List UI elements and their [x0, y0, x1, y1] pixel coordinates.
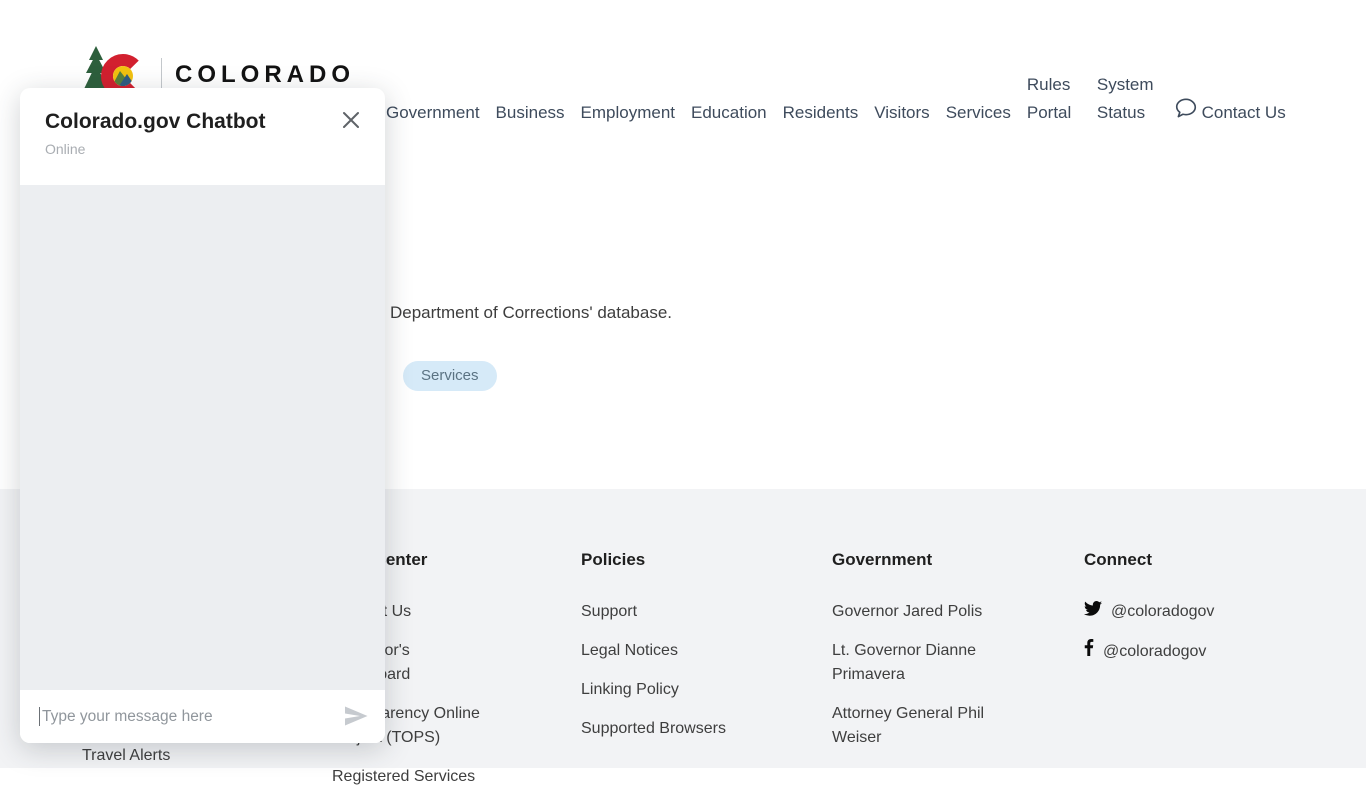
chatbot-window: Colorado.gov Chatbot Online [20, 88, 385, 743]
nav-item-residents[interactable]: Residents [783, 99, 859, 127]
chatbot-title: Colorado.gov Chatbot [45, 110, 265, 134]
chat-bubble-icon [1175, 103, 1202, 122]
chatbot-message-area [20, 185, 385, 690]
facebook-handle: @coloradogov [1103, 640, 1206, 664]
send-icon [342, 716, 370, 731]
nav-item-visitors[interactable]: Visitors [874, 99, 929, 127]
chatbot-input-bar [20, 690, 385, 743]
services-tag[interactable]: Services [403, 361, 497, 391]
nav-contact-label: Contact Us [1202, 103, 1286, 122]
footer-heading-policies: Policies [581, 549, 726, 571]
footer-link-lt-governor[interactable]: Lt. Governor Dianne Primavera [832, 639, 992, 687]
footer-column-services: Travel Alerts [82, 744, 170, 783]
footer-heading-government: Government [832, 549, 992, 571]
chatbot-message-input[interactable] [40, 708, 341, 726]
footer-link-linking-policy[interactable]: Linking Policy [581, 678, 726, 702]
twitter-icon [1084, 600, 1102, 624]
footer-heading-connect: Connect [1084, 549, 1214, 571]
facebook-icon [1084, 639, 1094, 664]
footer-link-governor[interactable]: Governor Jared Polis [832, 600, 992, 624]
nav-item-rules-portal[interactable]: Rules Portal [1027, 71, 1081, 127]
top-navigation: Government Business Employment Education… [386, 45, 1286, 127]
chatbot-send-button[interactable] [341, 704, 371, 730]
footer-link-support[interactable]: Support [581, 600, 726, 624]
nav-item-government[interactable]: Government [386, 99, 480, 127]
twitter-handle: @coloradogov [1111, 600, 1214, 624]
chatbot-status: Online [45, 141, 85, 157]
footer-link-registered-services[interactable]: Registered Services [332, 765, 484, 789]
footer-column-policies: Policies Support Legal Notices Linking P… [581, 549, 726, 756]
nav-item-education[interactable]: Education [691, 99, 767, 127]
footer-link-attorney-general[interactable]: Attorney General Phil Weiser [832, 702, 992, 750]
nav-item-services[interactable]: Services [946, 99, 1011, 127]
nav-item-system-status[interactable]: System Status [1097, 71, 1159, 127]
nav-item-business[interactable]: Business [496, 99, 565, 127]
chatbot-close-button[interactable] [342, 111, 360, 129]
footer-column-connect: Connect @coloradogov @coloradogov [1084, 549, 1214, 679]
nav-item-contact-us[interactable]: Contact Us [1175, 98, 1286, 127]
footer-column-government: Government Governor Jared Polis Lt. Gove… [832, 549, 992, 765]
footer-link-supported-browsers[interactable]: Supported Browsers [581, 717, 726, 741]
footer-link-travel-alerts[interactable]: Travel Alerts [82, 744, 170, 768]
footer-link-facebook[interactable]: @coloradogov [1084, 639, 1214, 664]
close-icon [342, 117, 360, 132]
service-description: Department of Corrections' database. [390, 303, 672, 323]
footer-link-twitter[interactable]: @coloradogov [1084, 600, 1214, 624]
nav-item-employment[interactable]: Employment [581, 99, 675, 127]
wordmark: COLORADO [175, 61, 355, 89]
footer-link-legal-notices[interactable]: Legal Notices [581, 639, 726, 663]
